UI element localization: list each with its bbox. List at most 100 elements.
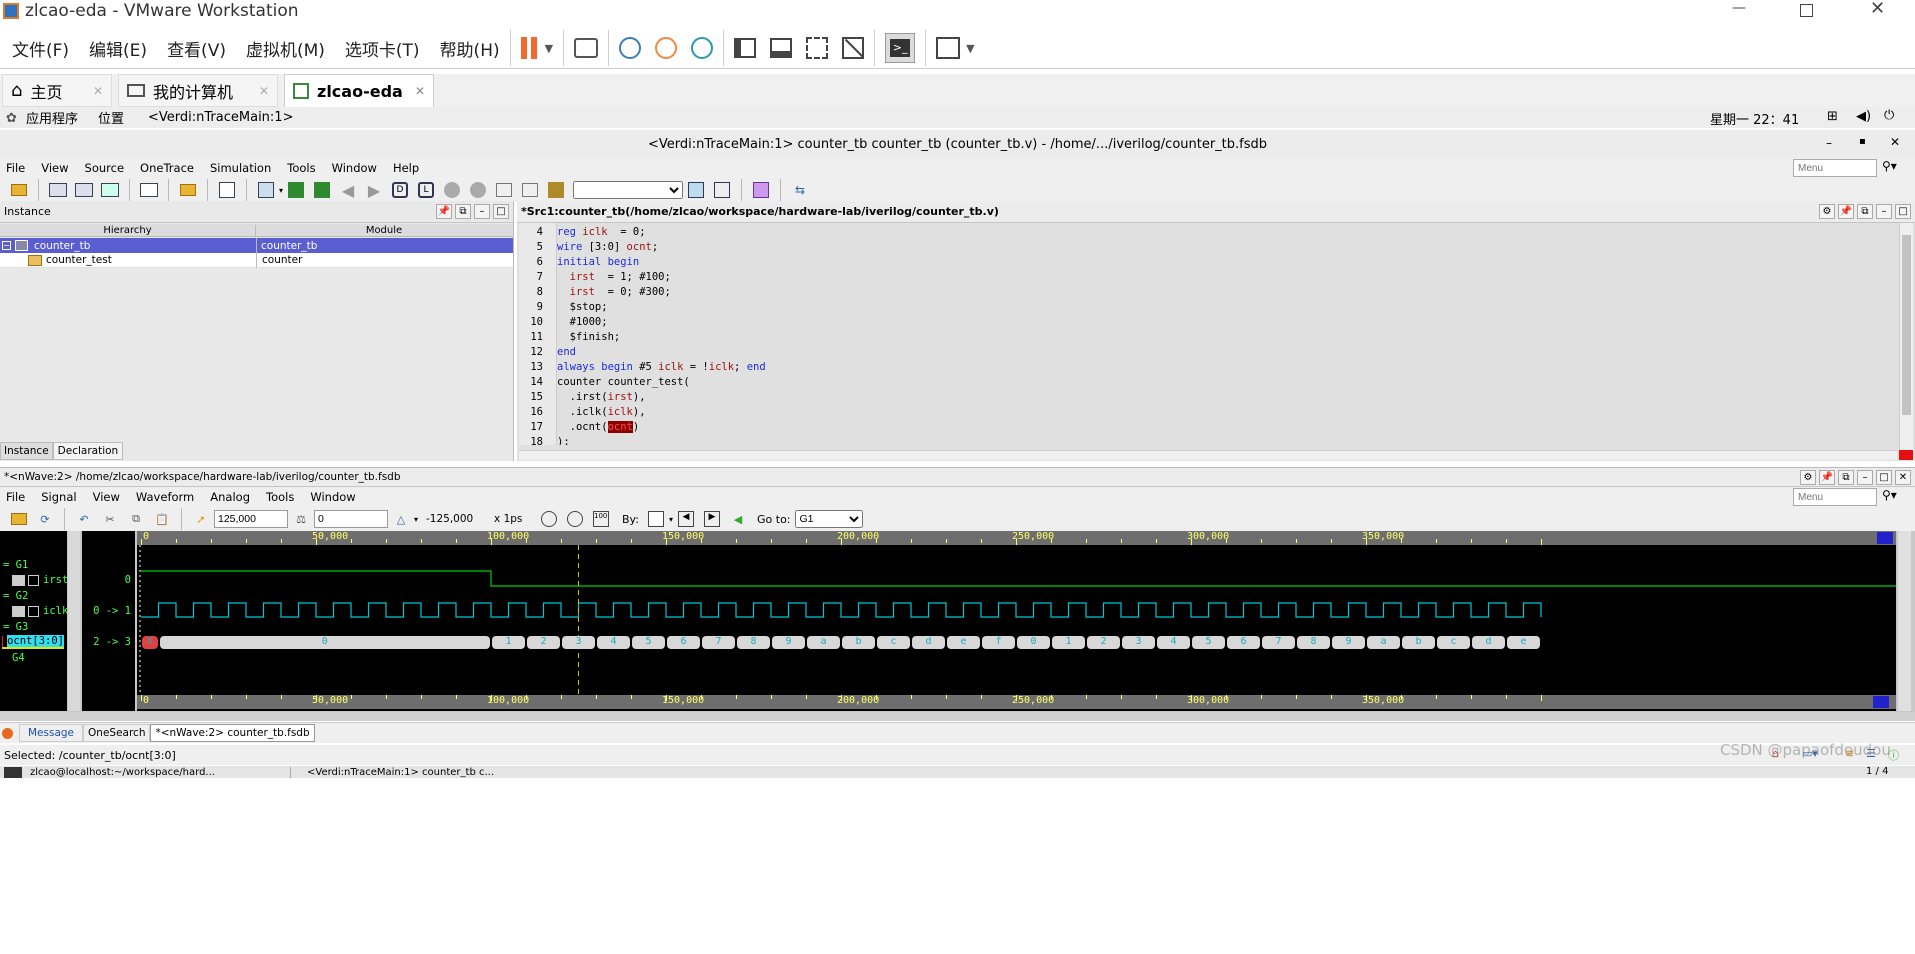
bus-segment[interactable]: e bbox=[947, 636, 980, 649]
bus-segment[interactable]: 6 bbox=[1227, 636, 1260, 649]
new-schematic-icon[interactable] bbox=[73, 179, 95, 201]
minimize-pane-icon[interactable]: – bbox=[1876, 204, 1892, 219]
search-back-icon[interactable]: ◀ bbox=[675, 508, 697, 530]
cut-icon[interactable]: ✂ bbox=[99, 508, 121, 530]
bus-segment[interactable]: 5 bbox=[1192, 636, 1225, 649]
code-line[interactable]: 15 .irst(irst), bbox=[517, 390, 645, 405]
minimize-icon[interactable]: — bbox=[1732, 0, 1746, 16]
zoom-fit-icon[interactable]: 100 bbox=[590, 508, 612, 530]
sync-icon[interactable]: ◀ bbox=[727, 508, 749, 530]
group-g4[interactable]: G4 bbox=[12, 652, 25, 664]
tab-declaration[interactable]: Declaration bbox=[52, 442, 124, 460]
power-icon[interactable]: ⏻ bbox=[1884, 108, 1894, 123]
bus-segment[interactable]: a bbox=[1367, 636, 1400, 649]
verdi-menu-window[interactable]: Window bbox=[332, 161, 377, 175]
console-view-icon[interactable]: >_ bbox=[885, 33, 916, 63]
code-line[interactable]: 12 end bbox=[517, 345, 576, 360]
tab-home-close-icon[interactable]: ✕ bbox=[93, 84, 103, 98]
bus-segment[interactable]: 9 bbox=[772, 636, 805, 649]
tab-message[interactable]: Message bbox=[19, 724, 84, 742]
bus-segment[interactable]: 2 bbox=[1087, 636, 1120, 649]
wave-menu-waveform[interactable]: Waveform bbox=[136, 490, 194, 504]
driver-icon[interactable]: D bbox=[389, 179, 411, 201]
code-line[interactable]: 18); bbox=[517, 435, 569, 445]
open-folder-icon[interactable] bbox=[8, 179, 30, 201]
delta-icon[interactable]: △ bbox=[390, 508, 412, 530]
vm-menu-tabs[interactable]: 选项卡(T) bbox=[345, 36, 420, 61]
col-hierarchy[interactable]: Hierarchy bbox=[0, 224, 256, 236]
wave-menu-signal[interactable]: Signal bbox=[41, 490, 76, 504]
bus-segment[interactable]: 0 bbox=[1017, 636, 1050, 649]
settings-icon[interactable]: ⚙ bbox=[1819, 204, 1835, 219]
snapshot-manager-icon[interactable] bbox=[691, 37, 714, 59]
wave-menu-file[interactable]: File bbox=[6, 490, 25, 504]
verdi-menu-view[interactable]: View bbox=[41, 161, 68, 175]
find-icon[interactable] bbox=[685, 179, 707, 201]
verdi-menu-search[interactable] bbox=[1793, 159, 1877, 177]
bus-segment[interactable]: 3 bbox=[562, 636, 595, 649]
vm-menu-help[interactable]: 帮助(H) bbox=[440, 36, 500, 61]
by-type-icon[interactable] bbox=[645, 508, 667, 530]
undock-icon[interactable]: ⧉ bbox=[1838, 470, 1854, 485]
tab-zlcao-eda-close-icon[interactable]: ✕ bbox=[415, 84, 425, 98]
bus-segment[interactable]: d bbox=[1472, 636, 1505, 649]
bus-segment[interactable]: 9 bbox=[1332, 636, 1365, 649]
properties-icon[interactable] bbox=[750, 179, 772, 201]
bus-segment[interactable]: d bbox=[912, 636, 945, 649]
wave-menu-search-icon[interactable]: ⚲▾ bbox=[1882, 488, 1897, 502]
undock-icon[interactable]: ⧉ bbox=[455, 204, 471, 219]
code-line[interactable]: 9 $stop; bbox=[517, 300, 608, 315]
hierarchy-icon[interactable] bbox=[493, 179, 515, 201]
back-icon[interactable]: ◀ bbox=[337, 179, 359, 201]
down-scope-icon[interactable] bbox=[311, 179, 333, 201]
code-line[interactable]: 13 always begin #5 iclk = !iclk; end bbox=[517, 360, 765, 375]
tab-onesearch[interactable]: OneSearch bbox=[83, 724, 151, 742]
tab-nwave[interactable]: *<nWave:2> counter_tb.fsdb bbox=[150, 724, 315, 742]
bus-segment[interactable]: f bbox=[982, 636, 1015, 649]
tab-home[interactable]: ⌂ 主页 ✕ bbox=[2, 74, 112, 107]
gnome-clock[interactable]: 星期一 22：41 bbox=[1710, 109, 1799, 128]
restore-icon[interactable] bbox=[1800, 4, 1813, 17]
gnome-task[interactable]: <Verdi:nTraceMain:1> bbox=[148, 110, 293, 125]
verdi-menu-file[interactable]: File bbox=[6, 161, 25, 175]
search-combo[interactable] bbox=[573, 181, 684, 199]
load-design-icon[interactable] bbox=[177, 179, 199, 201]
group-g3[interactable]: = G3 bbox=[3, 621, 28, 633]
verdi-maximize-icon[interactable]: ▪ bbox=[1859, 136, 1866, 147]
up-scope-icon[interactable] bbox=[285, 179, 307, 201]
wave-hscrollbar[interactable] bbox=[0, 712, 1915, 721]
verdi-menu-help[interactable]: Help bbox=[393, 161, 419, 175]
wave-menu-tools[interactable]: Tools bbox=[266, 490, 294, 504]
code-line[interactable]: 8 irst = 0; #300; bbox=[517, 285, 671, 300]
stretch-icon[interactable] bbox=[936, 37, 961, 59]
gnome-apps[interactable]: 应用程序 bbox=[26, 108, 78, 127]
load-icon[interactable]: L bbox=[415, 179, 437, 201]
close-icon[interactable]: ✕ bbox=[1870, 0, 1885, 19]
prev-icon[interactable] bbox=[441, 179, 463, 201]
vm-menu-file[interactable]: 文件(F) bbox=[12, 36, 69, 61]
bus-segment[interactable]: 1 bbox=[1052, 636, 1085, 649]
bus-segment[interactable]: 0 bbox=[159, 636, 490, 649]
zoom-in-icon[interactable] bbox=[564, 508, 586, 530]
collapse-icon[interactable]: − bbox=[2, 241, 11, 250]
vm-menu-edit[interactable]: 编辑(E) bbox=[89, 36, 147, 61]
wave-vscrollbar[interactable] bbox=[1898, 531, 1911, 711]
bus-segment[interactable]: 7 bbox=[1262, 636, 1295, 649]
zoom-out-icon[interactable] bbox=[538, 508, 560, 530]
marker-icon[interactable]: ⚖ bbox=[290, 508, 312, 530]
stretch-dropdown-icon[interactable]: ▼ bbox=[966, 42, 974, 55]
edit-icon[interactable] bbox=[216, 179, 238, 201]
cursor-time-input[interactable] bbox=[214, 510, 288, 528]
bus-segment[interactable]: b bbox=[842, 636, 875, 649]
find-next-icon[interactable] bbox=[711, 179, 733, 201]
verdi-menu-simulation[interactable]: Simulation bbox=[210, 161, 271, 175]
new-waveform-icon[interactable] bbox=[47, 179, 69, 201]
task-verdi[interactable]: <Verdi:nTraceMain:1> counter_tb c... bbox=[290, 766, 494, 778]
marker-time-input[interactable] bbox=[314, 510, 388, 528]
goto-select[interactable]: G1 bbox=[794, 510, 863, 528]
bookmark-icon[interactable] bbox=[545, 179, 567, 201]
bus-segment[interactable]: c bbox=[877, 636, 910, 649]
minimize-pane-icon[interactable]: – bbox=[1857, 470, 1873, 485]
signal-iclk[interactable]: iclk bbox=[12, 605, 68, 617]
code-line[interactable]: 6 initial begin bbox=[517, 255, 640, 270]
